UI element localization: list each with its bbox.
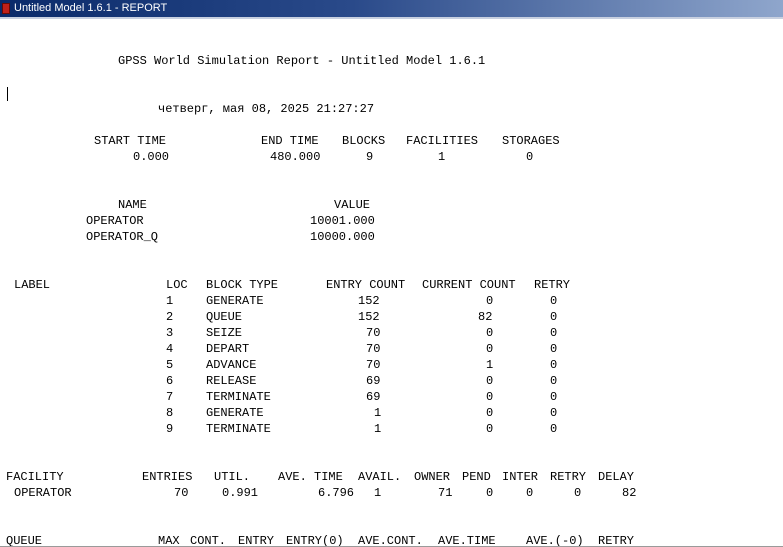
block-retry: 0 [550, 342, 558, 356]
block-type: QUEUE [206, 310, 243, 324]
block-type: DEPART [206, 342, 250, 356]
blocks-header-block-type: BLOCK TYPE [206, 278, 279, 292]
blocks-header-loc: LOC [166, 278, 188, 292]
name-operator-q: OPERATOR_Q [86, 230, 159, 244]
block-loc: 7 [166, 390, 174, 404]
block-current-count: 0 [486, 342, 494, 356]
block-retry: 0 [550, 406, 558, 420]
block-type: GENERATE [206, 294, 264, 308]
facility-inter: 0 [526, 486, 534, 500]
facility-entries: 70 [174, 486, 189, 500]
block-type: ADVANCE [206, 358, 257, 372]
names-header-value: VALUE [334, 198, 371, 212]
block-loc: 4 [166, 342, 174, 356]
facility-util: 0.991 [222, 486, 259, 500]
summary-start-time: 0.000 [133, 150, 170, 164]
facility-pend: 0 [486, 486, 494, 500]
facility-header-entries: ENTRIES [142, 470, 193, 484]
summary-header-storages: STORAGES [502, 134, 560, 148]
facility-header-facility: FACILITY [6, 470, 64, 484]
block-loc: 3 [166, 326, 174, 340]
title-bar[interactable]: Untitled Model 1.6.1 - REPORT [0, 0, 783, 17]
facility-owner: 71 [438, 486, 453, 500]
block-retry: 0 [550, 422, 558, 436]
block-current-count: 0 [486, 326, 494, 340]
block-retry: 0 [550, 374, 558, 388]
block-type: GENERATE [206, 406, 264, 420]
block-entry-count: 1 [374, 406, 382, 420]
block-entry-count: 152 [358, 310, 380, 324]
report-text-area[interactable]: GPSS World Simulation Report - Untitled … [0, 19, 783, 547]
block-retry: 0 [550, 294, 558, 308]
names-header-name: NAME [118, 198, 147, 212]
block-current-count: 0 [486, 390, 494, 404]
name-operator: OPERATOR [86, 214, 144, 228]
value-operator-q: 10000.000 [310, 230, 375, 244]
app-icon[interactable] [2, 3, 10, 14]
block-entry-count: 1 [374, 422, 382, 436]
facility-delay: 82 [622, 486, 637, 500]
report-date: четверг, мая 08, 2025 21:27:27 [158, 102, 375, 116]
block-current-count: 0 [486, 422, 494, 436]
summary-header-facilities: FACILITIES [406, 134, 479, 148]
block-loc: 6 [166, 374, 174, 388]
block-type: TERMINATE [206, 390, 271, 404]
facility-retry: 0 [574, 486, 582, 500]
summary-blocks: 9 [366, 150, 374, 164]
facility-name: OPERATOR [14, 486, 72, 500]
facility-header-avail: AVAIL. [358, 470, 402, 484]
facility-header-ave-time: AVE. TIME [278, 470, 343, 484]
block-entry-count: 70 [366, 358, 381, 372]
facility-header-util: UTIL. [214, 470, 251, 484]
blocks-header-current-count: CURRENT COUNT [422, 278, 516, 292]
block-current-count: 0 [486, 294, 494, 308]
text-caret [7, 87, 8, 101]
block-current-count: 1 [486, 358, 494, 372]
block-entry-count: 69 [366, 374, 381, 388]
block-current-count: 0 [486, 406, 494, 420]
summary-facilities: 1 [438, 150, 446, 164]
block-entry-count: 152 [358, 294, 380, 308]
blocks-header-entry-count: ENTRY COUNT [326, 278, 406, 292]
summary-end-time: 480.000 [270, 150, 321, 164]
block-type: SEIZE [206, 326, 243, 340]
summary-header-start-time: START TIME [94, 134, 167, 148]
block-type: RELEASE [206, 374, 257, 388]
block-current-count: 0 [486, 374, 494, 388]
block-loc: 5 [166, 358, 174, 372]
facility-header-owner: OWNER [414, 470, 451, 484]
facility-ave-time: 6.796 [318, 486, 355, 500]
block-entry-count: 70 [366, 326, 381, 340]
window-title: Untitled Model 1.6.1 - REPORT [14, 2, 168, 14]
summary-header-blocks: BLOCKS [342, 134, 386, 148]
block-type: TERMINATE [206, 422, 271, 436]
facility-header-pend: PEND [462, 470, 491, 484]
block-retry: 0 [550, 326, 558, 340]
block-loc: 8 [166, 406, 174, 420]
block-loc: 9 [166, 422, 174, 436]
facility-avail: 1 [374, 486, 382, 500]
blocks-header-retry: RETRY [534, 278, 571, 292]
facility-header-retry: RETRY [550, 470, 587, 484]
facility-header-inter: INTER [502, 470, 539, 484]
facility-header-delay: DELAY [598, 470, 635, 484]
block-entry-count: 69 [366, 390, 381, 404]
block-retry: 0 [550, 358, 558, 372]
block-loc: 2 [166, 310, 174, 324]
block-current-count: 82 [478, 310, 493, 324]
block-retry: 0 [550, 390, 558, 404]
report-title: GPSS World Simulation Report - Untitled … [118, 54, 486, 68]
block-retry: 0 [550, 310, 558, 324]
block-entry-count: 70 [366, 342, 381, 356]
value-operator: 10001.000 [310, 214, 375, 228]
summary-storages: 0 [526, 150, 534, 164]
summary-header-end-time: END TIME [261, 134, 319, 148]
block-loc: 1 [166, 294, 174, 308]
blocks-header-label: LABEL [14, 278, 51, 292]
